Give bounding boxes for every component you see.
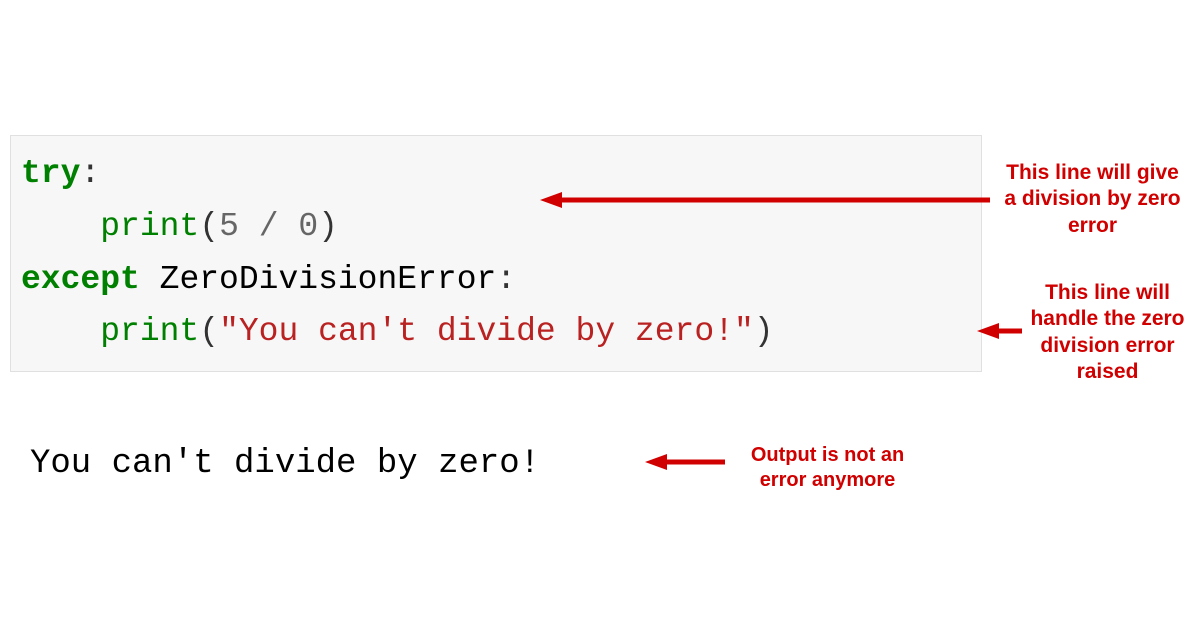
paren-open: (: [199, 208, 219, 245]
output-text: You can't divide by zero!: [30, 445, 540, 483]
fn-print: print: [100, 208, 199, 245]
space: [279, 208, 299, 245]
number-0: 0: [298, 208, 318, 245]
code-line-2: print(5 / 0): [21, 201, 971, 254]
annotation-output: Output is not an error anymore: [730, 443, 925, 493]
fn-print: print: [100, 313, 199, 350]
code-line-3: except ZeroDivisionError:: [21, 254, 971, 307]
code-line-1: try:: [21, 148, 971, 201]
keyword-except: except: [21, 261, 140, 298]
code-line-4: print("You can't divide by zero!"): [21, 306, 971, 359]
paren-close: ): [754, 313, 774, 350]
space: [140, 261, 160, 298]
colon: :: [80, 155, 100, 192]
annotation-division-error: This line will give a division by zero e…: [1000, 160, 1185, 239]
operator-divide: /: [259, 208, 279, 245]
indent: [21, 208, 100, 245]
class-zerodivision: ZeroDivisionError: [160, 261, 497, 298]
paren-open: (: [199, 313, 219, 350]
keyword-try: try: [21, 155, 80, 192]
paren-close: ): [318, 208, 338, 245]
colon: :: [496, 261, 516, 298]
indent: [21, 313, 100, 350]
arrow-icon: [645, 452, 735, 478]
annotation-handle-error: This line will handle the zero division …: [1020, 280, 1195, 385]
code-block: try: print(5 / 0) except ZeroDivisionErr…: [10, 135, 982, 372]
number-5: 5: [219, 208, 239, 245]
string-literal: "You can't divide by zero!": [219, 313, 754, 350]
space: [239, 208, 259, 245]
